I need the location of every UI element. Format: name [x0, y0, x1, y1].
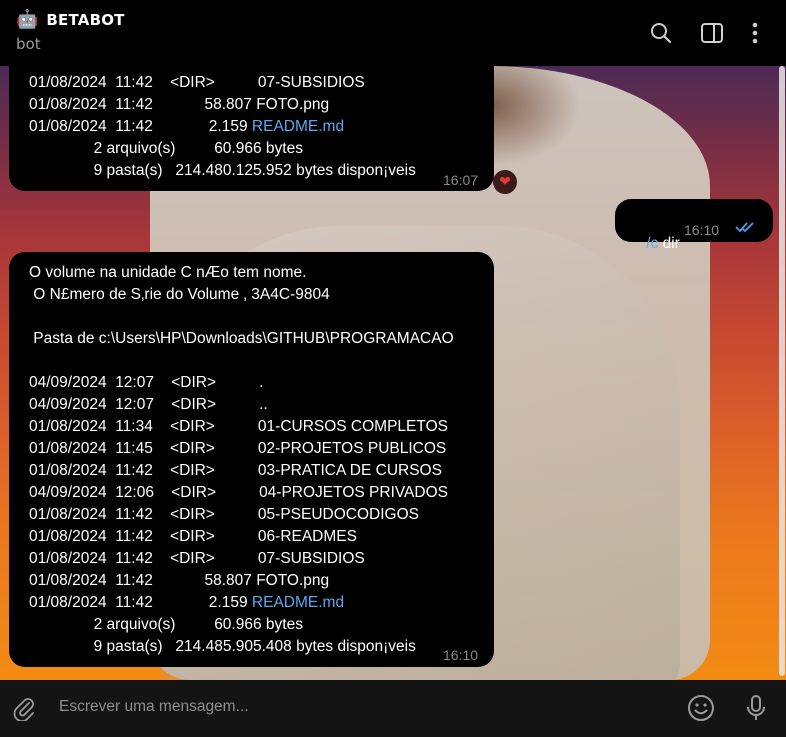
message-line: O volume na unidade C nÆo tem nome.	[29, 264, 307, 281]
message-line: 01/08/2024 11:42 58.807 FOTO.png	[29, 572, 330, 589]
message-line: 04/09/2024 12:07 <DIR> ..	[29, 396, 268, 413]
message-time: 16:07	[443, 172, 479, 188]
user-message-bubble[interactable]: /c dir 16:10	[615, 199, 773, 252]
chat-subtitle: bot	[16, 35, 41, 53]
heart-reaction-icon[interactable]: ❤	[493, 170, 517, 194]
message-line: 01/08/2024 11:42 58.807 FOTO.png	[29, 96, 330, 113]
message-line: 01/08/2024 11:42 <DIR> 07-SUBSIDIOS	[29, 74, 365, 91]
readme-link[interactable]: README.md	[252, 118, 344, 135]
microphone-icon[interactable]	[742, 694, 770, 722]
bot-avatar-icon: 🤖	[16, 9, 39, 30]
message-line: 2 arquivo(s) 60.966 bytes	[29, 616, 303, 633]
message-line: O N£mero de S‚rie do Volume ‚ 3A4C-9804	[29, 286, 330, 303]
message-line: 01/08/2024 11:42 <DIR> 07-SUBSIDIOS	[29, 550, 365, 567]
message-line: 01/08/2024 11:42 <DIR> 03-PRATICA DE CUR…	[29, 462, 442, 479]
message-input[interactable]: Escrever uma mensagem...	[59, 698, 249, 716]
more-vertical-icon[interactable]	[742, 20, 768, 46]
double-check-icon	[735, 219, 757, 241]
message-line: 01/08/2024 11:42 2.159 README.md	[29, 594, 345, 611]
bot-message-bubble[interactable]: 01/08/2024 11:42 <DIR> 07-SUBSIDIOS 01/0…	[9, 56, 494, 191]
message-time: 16:10	[684, 222, 720, 238]
chat-scrollbar[interactable]	[779, 66, 785, 676]
message-input-bar: Escrever uma mensagem...	[0, 680, 786, 737]
search-icon[interactable]	[648, 20, 674, 46]
message-line: 2 arquivo(s) 60.966 bytes	[29, 140, 303, 157]
message-line	[29, 350, 454, 372]
message-line: 01/08/2024 11:45 <DIR> 02-PROJETOS PUBLI…	[29, 440, 447, 457]
attach-icon[interactable]	[10, 694, 38, 722]
message-line	[29, 306, 454, 328]
message-time: 16:10	[443, 647, 479, 663]
user-message-text: dir	[658, 235, 680, 252]
sidebar-toggle-icon[interactable]	[699, 20, 725, 46]
emoji-icon[interactable]	[687, 694, 715, 722]
message-line: 04/09/2024 12:06 <DIR> 04-PROJETOS PRIVA…	[29, 484, 448, 501]
chat-title-area[interactable]: 🤖 BETABOT bot	[16, 9, 125, 54]
message-line: 01/08/2024 11:42 2.159 README.md	[29, 118, 345, 135]
message-line: 04/09/2024 12:07 <DIR> .	[29, 374, 264, 391]
message-line: 01/08/2024 11:34 <DIR> 01-CURSOS COMPLET…	[29, 418, 448, 435]
bot-message-bubble[interactable]: O volume na unidade C nÆo tem nome. O N£…	[9, 252, 494, 667]
readme-link[interactable]: README.md	[252, 594, 344, 611]
chat-title: BETABOT	[46, 11, 125, 29]
message-line: 9 pasta(s) 214.485.905.408 bytes dispon¡…	[29, 638, 416, 655]
command-link[interactable]: /c	[646, 235, 658, 252]
message-line: 01/08/2024 11:42 <DIR> 06-READMES	[29, 528, 357, 545]
message-line: Pasta de c:\Users\HP\Downloads\GITHUB\PR…	[29, 330, 454, 347]
message-line: 9 pasta(s) 214.480.125.952 bytes dispon¡…	[29, 162, 416, 179]
message-line: 01/08/2024 11:42 <DIR> 05-PSEUDOCODIGOS	[29, 506, 419, 523]
